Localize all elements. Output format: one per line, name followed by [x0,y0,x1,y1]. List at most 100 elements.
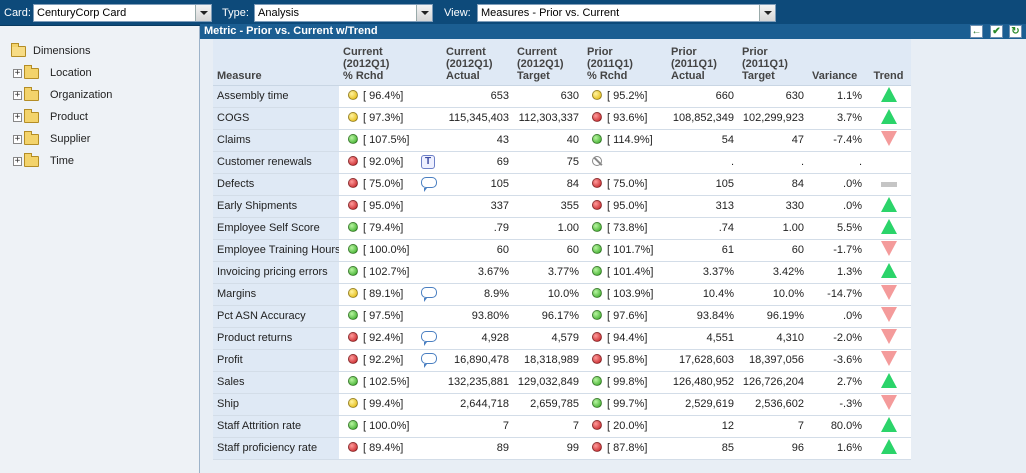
measure-cell[interactable]: Employee Self Score [213,217,339,240]
table-row[interactable]: Assembly time[ 96.4%] 653 630[ 95.2%] 660 63… [213,85,912,108]
measure-cell[interactable]: Ship [213,393,339,416]
green-status-icon [592,310,603,320]
table-row[interactable]: Ship [ 99.4%] 2,644,718 2,659,785 [ 99.7%] 2,… [213,393,912,416]
tree-item-time[interactable]: + Time [0,153,190,169]
table-row[interactable]: Employee Training Hours[ 100.0%] 60 60[ 10… [213,239,912,262]
current-pct-value: [ 95.0%] [363,200,404,212]
trend-cell [866,85,912,108]
table-row[interactable]: Claims [ 107.5%] 43 40 [ 114.9%] 54 47 -7.4% [213,129,912,152]
measure-cell[interactable]: Sales [213,371,339,394]
comment-icon[interactable] [421,331,437,346]
prior-target-cell: 102,299,923 [738,107,809,130]
green-status-icon [348,420,358,430]
table-row[interactable]: Early Shipments [ 95.0%] 337 355 [ 95.0%] 313… [213,195,912,218]
trend-cell [866,129,912,152]
column-header-variance[interactable]: Variance [808,39,867,86]
red-status-icon [348,354,358,364]
chevron-down-icon[interactable] [416,5,432,21]
view-select[interactable]: Measures - Prior vs. Current [477,4,776,22]
column-header-measure[interactable]: Measure [213,39,339,86]
type-select[interactable]: Analysis [254,4,433,22]
expand-icon[interactable]: + [13,69,22,78]
measure-cell[interactable]: Assembly time [213,85,339,108]
column-header-current-actual[interactable]: Current (2012Q1) Actual [442,39,514,86]
measure-cell[interactable]: Margins [213,283,339,306]
chevron-down-icon[interactable] [759,5,775,21]
text-note-icon[interactable]: T [421,155,435,169]
measure-cell[interactable]: Profit [213,349,339,372]
folder-icon [24,87,39,101]
tree-item-label: Organization [50,89,113,101]
prior-pct-value: [ 103.9%] [607,288,654,300]
refresh-icon[interactable]: ↻ [1009,25,1022,38]
chevron-down-icon[interactable] [195,5,211,21]
tree-item-product[interactable]: + Product [0,109,190,125]
red-status-icon [348,156,358,166]
tree-item-organization[interactable]: + Organization [0,87,190,103]
table-row[interactable]: Employee Self Score[ 79.4%] .79 1.00[ 73.8… [213,217,912,240]
red-status-icon [592,112,603,122]
table-row[interactable]: Staff proficiency rate [ 89.4%] 89 99 [ 87.8… [213,437,912,460]
tree-root-dimensions[interactable]: Dimensions [0,43,190,59]
measure-cell[interactable]: Pct ASN Accuracy [213,305,339,328]
measure-cell[interactable]: Early Shipments [213,195,339,218]
column-header-current-target[interactable]: Current (2012Q1) Target [513,39,584,86]
back-arrow-icon[interactable]: ← [970,25,983,38]
table-row[interactable]: Customer renewals [ 92.0%] T 69 75... [213,151,912,174]
tree-root-label: Dimensions [33,45,91,57]
column-header-prior-pct[interactable]: Prior (2011Q1) % Rchd [583,39,668,86]
checkmark-icon[interactable]: ✔ [990,25,1003,38]
prior-pct-cell: [ 87.8%] [583,437,668,460]
measure-cell[interactable]: Customer renewals [213,151,339,174]
table-row[interactable]: Sales [ 102.5%] 132,235,881 129,032,849 [ 99… [213,371,912,394]
variance-cell: . [808,151,867,174]
table-row[interactable]: Profit [ 92.2%] 16,890,478 18,318,989 [ 95.8… [213,349,912,372]
expand-icon[interactable]: + [13,135,22,144]
comment-icon[interactable] [421,353,437,368]
measure-cell[interactable]: Claims [213,129,339,152]
table-row[interactable]: Product returns [ 92.4%] 4,928 4,579 [ 94.4%… [213,327,912,350]
note-cell [421,239,443,262]
measure-cell[interactable]: Employee Training Hours [213,239,339,262]
expand-icon[interactable]: + [13,113,22,122]
comment-icon[interactable] [421,287,437,302]
comment-icon[interactable] [421,177,437,192]
column-header-trend[interactable]: Trend [866,39,912,86]
current-pct-cell: [ 89.4%] [339,437,421,460]
folder-icon [24,131,39,145]
table-row[interactable]: Defects[ 75.0%] 105 84[ 75.0%] 105 84.0% [213,173,912,196]
trend-cell [866,283,912,306]
current-pct-value: [ 92.4%] [363,332,404,344]
current-target-cell: 112,303,337 [513,107,584,130]
measure-cell[interactable]: Defects [213,173,339,196]
measure-cell[interactable]: Staff proficiency rate [213,437,339,460]
column-header-prior-actual[interactable]: Prior (2011Q1) Actual [667,39,739,86]
prior-pct-cell: [ 20.0%] [583,415,668,438]
prior-target-cell: 3.42% [738,261,809,284]
measure-cell[interactable]: Product returns [213,327,339,350]
metrics-grid-area: Measure Current (2012Q1) % Rchd Current … [200,39,1026,473]
table-row[interactable]: Pct ASN Accuracy [ 97.5%] 93.80% 96.17% [ 97… [213,305,912,328]
trend-cell [866,151,912,174]
measure-cell[interactable]: Staff Attrition rate [213,415,339,438]
column-header-prior-target[interactable]: Prior (2011Q1) Target [738,39,809,86]
measure-cell[interactable]: Invoicing pricing errors [213,261,339,284]
variance-cell: .0% [808,195,867,218]
table-row[interactable]: Invoicing pricing errors[ 102.7%] 3.67% 3.… [213,261,912,284]
current-pct-value: [ 97.5%] [363,310,404,322]
tree-item-location[interactable]: + Location [0,65,190,81]
table-row[interactable]: Staff Attrition rate[ 100.0%] 7 7[ 20.0%] 1… [213,415,912,438]
column-header-current-pct[interactable]: Current (2012Q1) % Rchd [339,39,443,86]
prior-actual-cell: 2,529,619 [667,393,739,416]
note-cell [421,85,443,108]
table-row[interactable]: Margins[ 89.1%] 8.9% 10.0%[ 103.9%] 10.4% 10… [213,283,912,306]
expand-icon[interactable]: + [13,157,22,166]
trend-up-icon [880,417,897,432]
measure-cell[interactable]: COGS [213,107,339,130]
tree-item-label: Product [50,111,88,123]
expand-icon[interactable]: + [13,91,22,100]
card-select[interactable]: CenturyCorp Card [33,4,212,22]
tree-item-supplier[interactable]: + Supplier [0,131,190,147]
table-row[interactable]: COGS [ 97.3%] 115,345,403 112,303,337 [ 93.6… [213,107,912,130]
green-status-icon [592,244,603,254]
